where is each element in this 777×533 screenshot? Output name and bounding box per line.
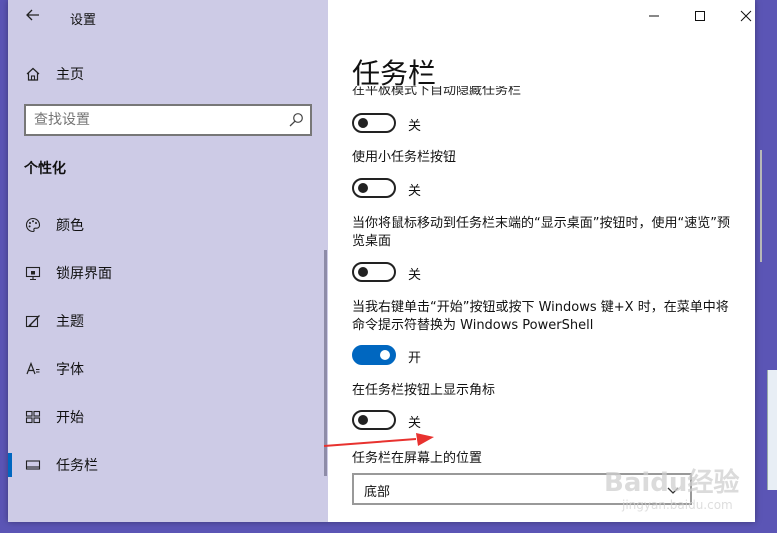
toggle-knob [380, 350, 390, 360]
main-scrollbar[interactable] [760, 150, 762, 262]
setting-label-powershell: 当我右键单击“开始”按钮或按下 Windows 键+X 时，在菜单中将命令提示符… [352, 300, 729, 333]
toggle-state-label: 关 [408, 184, 422, 199]
baidu-watermark: Baidu经验 jingyan.baidu.com [604, 462, 754, 518]
toggle-peek[interactable] [352, 262, 396, 282]
close-button[interactable] [723, 0, 769, 32]
app-title: 设置 [70, 13, 97, 28]
nav-item-label: 字体 [56, 362, 84, 378]
back-button[interactable] [22, 6, 44, 28]
settings-window: 设置 主页 个性化 颜色 锁屏界面 [8, 0, 762, 522]
nav-home[interactable]: 主页 [8, 58, 328, 90]
back-arrow-icon [26, 9, 39, 21]
nav-item-fonts[interactable]: 字体 [8, 349, 328, 389]
toggle-auto-hide-tablet[interactable] [352, 113, 396, 133]
minimize-icon [649, 15, 659, 17]
theme-brush-icon [24, 312, 42, 330]
minimize-button[interactable] [631, 0, 677, 32]
desktop-left-strip [0, 0, 8, 533]
cut-off-label-text: 在平板模式下自动隐藏任务栏 [352, 86, 522, 98]
search-box[interactable] [24, 104, 312, 136]
watermark-url: jingyan.baidu.com [622, 498, 733, 512]
nav-item-taskbar[interactable]: 任务栏 [8, 445, 328, 485]
nav-item-colors[interactable]: 颜色 [8, 205, 328, 245]
nav-item-label: 锁屏界面 [56, 266, 112, 282]
nav-item-label: 开始 [56, 410, 84, 426]
toggle-knob [358, 415, 368, 425]
setting-label-small-buttons: 使用小任务栏按钮 [352, 150, 457, 165]
nav-home-label: 主页 [56, 67, 84, 83]
setting-label-badges: 在任务栏按钮上显示角标 [352, 383, 496, 398]
nav-item-themes[interactable]: 主题 [8, 301, 328, 341]
desktop-right-strip [755, 0, 777, 533]
home-icon [24, 65, 42, 83]
start-tiles-icon [24, 408, 42, 426]
desktop-bottom-strip [0, 522, 777, 533]
toggle-state-label: 开 [408, 351, 422, 366]
selection-indicator [8, 453, 12, 477]
toggle-knob [358, 267, 368, 277]
font-icon [24, 360, 42, 378]
monitor-lock-icon [24, 264, 42, 282]
toggle-small-buttons[interactable] [352, 178, 396, 198]
toggle-knob [358, 183, 368, 193]
background-window-peek [767, 370, 777, 490]
watermark-brand: Baidu经验 [604, 468, 740, 498]
sidebar: 设置 主页 个性化 颜色 锁屏界面 [8, 0, 328, 522]
dropdown-value: 底部 [364, 485, 391, 500]
search-icon[interactable] [288, 112, 304, 128]
close-icon [740, 10, 752, 22]
maximize-icon [695, 11, 705, 21]
toggle-state-label: 关 [408, 119, 422, 134]
nav-item-label: 主题 [56, 314, 84, 330]
toggle-state-label: 关 [408, 268, 422, 283]
nav-item-label: 颜色 [56, 218, 84, 234]
palette-icon [24, 216, 42, 234]
setting-label-peek: 当你将鼠标移动到任务栏末端的“显示桌面”按钮时，使用“速览”预览桌面 [352, 216, 730, 249]
toggle-badges[interactable] [352, 410, 396, 430]
nav-item-lockscreen[interactable]: 锁屏界面 [8, 253, 328, 293]
taskbar-icon [24, 456, 42, 474]
toggle-powershell[interactable] [352, 345, 396, 365]
cut-off-setting-label: 在平板模式下自动隐藏任务栏 [352, 86, 612, 100]
toggle-state-label: 关 [408, 416, 422, 431]
toggle-knob [358, 118, 368, 128]
nav-item-label: 任务栏 [56, 458, 98, 474]
nav-item-start[interactable]: 开始 [8, 397, 328, 437]
maximize-button[interactable] [677, 0, 723, 32]
red-annotation-arrow [324, 433, 434, 447]
section-title: 个性化 [24, 161, 66, 177]
search-input[interactable] [34, 111, 274, 129]
